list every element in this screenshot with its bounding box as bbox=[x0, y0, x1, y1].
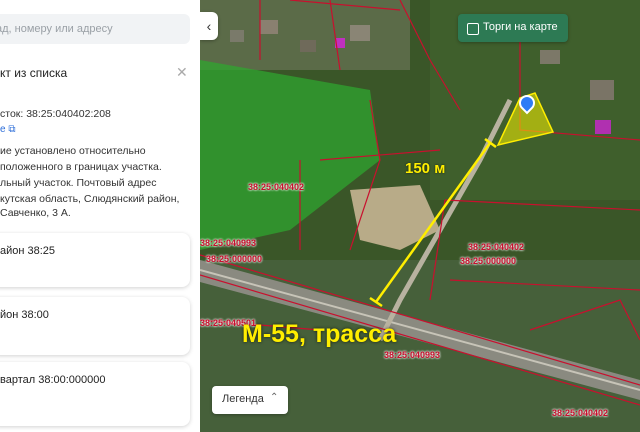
description-line: кутская область, Слюдянский район, bbox=[0, 193, 180, 205]
checkbox-icon bbox=[467, 23, 479, 35]
torgi-toggle-button[interactable]: Торги на карте bbox=[458, 14, 568, 42]
parcel-label: 38:25:000000 bbox=[460, 256, 517, 266]
quarter-label: вартал 38:00:000000 bbox=[0, 374, 106, 386]
parcel-label: 38:25:000000 bbox=[206, 254, 263, 264]
info-panel: ад, номеру или адресу кт из списка ✕ сто… bbox=[0, 0, 200, 432]
parcel-label: 38:25:040402 bbox=[468, 242, 525, 252]
close-icon[interactable]: ✕ bbox=[176, 64, 188, 81]
description-line: положенного в границах участка. bbox=[0, 161, 162, 173]
copy-link[interactable]: е ⧉ bbox=[0, 124, 15, 135]
parcel-number: сток: 38:25:040402:208 bbox=[0, 108, 111, 120]
description-line: льный участок. Почтовый адрес bbox=[0, 177, 157, 189]
torgi-label: Торги на карте bbox=[483, 21, 558, 33]
road-label: М-55, трасса bbox=[242, 320, 397, 348]
description-line: Савченко, 3 А. bbox=[0, 207, 71, 219]
distance-label: 150 м bbox=[405, 160, 446, 177]
legend-button[interactable]: Легенда ⌃ bbox=[212, 386, 288, 414]
parcel-label: 38:25:040993 bbox=[384, 350, 441, 360]
district-card[interactable]: айон 38:25 bbox=[0, 233, 190, 287]
region-label: йон 38:00 bbox=[0, 309, 49, 321]
quarter-card[interactable]: вартал 38:00:000000 bbox=[0, 362, 190, 426]
satellite-imagery bbox=[200, 0, 640, 432]
description-line: ие установлено относительно bbox=[0, 145, 146, 157]
region-card[interactable]: йон 38:00 bbox=[0, 297, 190, 355]
parcel-label: 38:25:040402 bbox=[248, 182, 305, 192]
chevron-up-icon: ⌃ bbox=[270, 392, 279, 403]
chevron-left-icon: ‹ bbox=[206, 18, 212, 34]
search-input[interactable]: ад, номеру или адресу bbox=[0, 14, 190, 44]
panel-title: кт из списка bbox=[0, 66, 68, 80]
district-label: айон 38:25 bbox=[0, 245, 56, 257]
collapse-panel-button[interactable]: ‹ bbox=[200, 12, 218, 40]
parcel-label: 38:25:040993 bbox=[200, 238, 257, 248]
search-placeholder: ад, номеру или адресу bbox=[0, 23, 113, 35]
legend-label: Легенда bbox=[222, 393, 264, 405]
parcel-label: 38:25:040402 bbox=[552, 408, 609, 418]
map-view[interactable]: ‹ Торги на карте 38:25:040402 38:25:0409… bbox=[200, 0, 640, 432]
